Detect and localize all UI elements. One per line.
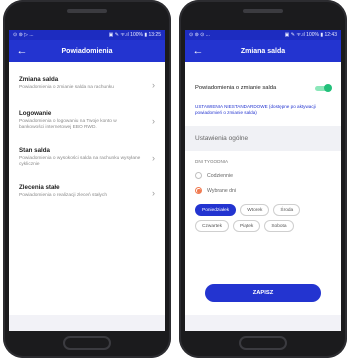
day-chip-friday[interactable]: Piątek [233,220,261,232]
list-item-subtitle: Powiadomienia o realizacji zleceń stałyc… [19,193,107,198]
day-chip-thursday[interactable]: Czwartek [195,220,229,232]
status-icons-left: ⊙ ⊚ ▷ ... [13,32,34,38]
home-button[interactable] [63,336,111,350]
radio-daily[interactable]: Codziennie [185,168,341,183]
app-bar: ← Powiadomienia [9,40,165,62]
radio-label: Codziennie [207,172,233,179]
phone-right: ⊙ ⊚ ⊙ ... ▣ ✎ ᯤ.ıl 100% ▮ 12:43 ← Zmiana… [179,0,347,358]
list-item-login[interactable]: Logowanie Powiadomienia o logowaniu na T… [9,102,165,139]
notification-toggle-row: Powiadomienia o zmianie salda [185,62,341,100]
phone-left: ⊙ ⊚ ▷ ... ▣ ✎ ᯤ.ıl 100% ▮ 13:25 ← Powiad… [3,0,171,358]
toggle-knob [324,84,332,92]
speaker-grille [67,9,107,13]
notification-toggle[interactable] [315,84,332,92]
day-chip-monday[interactable]: Poniedziałek [195,204,237,216]
notifications-screen: ⊙ ⊚ ▷ ... ▣ ✎ ᯤ.ıl 100% ▮ 13:25 ← Powiad… [9,30,165,331]
bottom-area [185,315,341,331]
day-chip-wednesday[interactable]: Środa [273,204,301,216]
chevron-right-icon: › [152,152,155,163]
back-arrow-icon[interactable]: ← [15,45,29,57]
list-item-title: Zmiana salda [19,76,59,83]
list-item-standing-orders[interactable]: Zlecenia stałe Powiadomienia o realizacj… [9,176,165,210]
list-item-title: Zlecenia stałe [19,184,60,191]
list-item-subtitle: Powiadomienia o logowaniu na Twoje konto… [19,119,117,130]
status-icons-right: ▣ ✎ ᯤ.ıl 100% ▮ 12:43 [284,32,337,38]
advanced-settings-link[interactable]: USTAWIENIA NIESTANDARDOWE (dostępne po a… [185,100,341,126]
save-button[interactable]: ZAPISZ [205,284,321,302]
list-item-subtitle: Powiadomienia o wysokości salda na rachu… [19,156,141,167]
toggle-label: Powiadomienia o zmianie salda [195,85,277,91]
day-chip-saturday[interactable]: Sobota [264,220,294,232]
status-icons-right: ▣ ✎ ᯤ.ıl 100% ▮ 13:25 [108,32,161,38]
home-button[interactable] [239,336,287,350]
radio-button-unchecked[interactable] [195,172,202,179]
back-arrow-icon[interactable]: ← [191,45,205,57]
section-title: Ustawienia ogólne [185,126,341,151]
list-item-subtitle: Powiadomienia o zmianie salda na rachunk… [19,85,114,90]
radio-button-checked[interactable] [195,187,202,194]
balance-change-screen: ⊙ ⊚ ⊙ ... ▣ ✎ ᯤ.ıl 100% ▮ 12:43 ← Zmiana… [185,30,341,331]
bottom-area [9,315,165,331]
radio-selected-days[interactable]: Wybrane dni [185,183,341,198]
list-item-title: Logowanie [19,110,52,117]
list-item-balance-state[interactable]: Stan salda Powiadomienia o wysokości sal… [9,139,165,176]
radio-label: Wybrane dni [207,187,237,194]
speaker-grille [243,9,283,13]
status-bar: ⊙ ⊚ ▷ ... ▣ ✎ ᯤ.ıl 100% ▮ 13:25 [9,30,165,40]
status-icons-left: ⊙ ⊚ ⊙ ... [189,32,210,38]
day-chip-tuesday[interactable]: Wtorek [240,204,270,216]
list-item-title: Stan salda [19,147,50,154]
page-title: Powiadomienia [61,47,113,55]
chevron-right-icon: › [152,115,155,126]
app-bar: ← Zmiana salda [185,40,341,62]
list-item-balance-change[interactable]: Zmiana salda Powiadomienia o zmianie sal… [9,68,165,102]
notification-list: Zmiana salda Powiadomienia o zmianie sal… [9,62,165,210]
days-of-week-label: DNI TYGODNIA [195,159,229,164]
status-bar: ⊙ ⊚ ⊙ ... ▣ ✎ ᯤ.ıl 100% ▮ 12:43 [185,30,341,40]
chevron-right-icon: › [152,80,155,90]
page-title: Zmiana salda [240,47,286,55]
chevron-right-icon: › [152,188,155,198]
day-chips: Poniedziałek Wtorek Środa Czwartek Piąte… [185,198,341,232]
